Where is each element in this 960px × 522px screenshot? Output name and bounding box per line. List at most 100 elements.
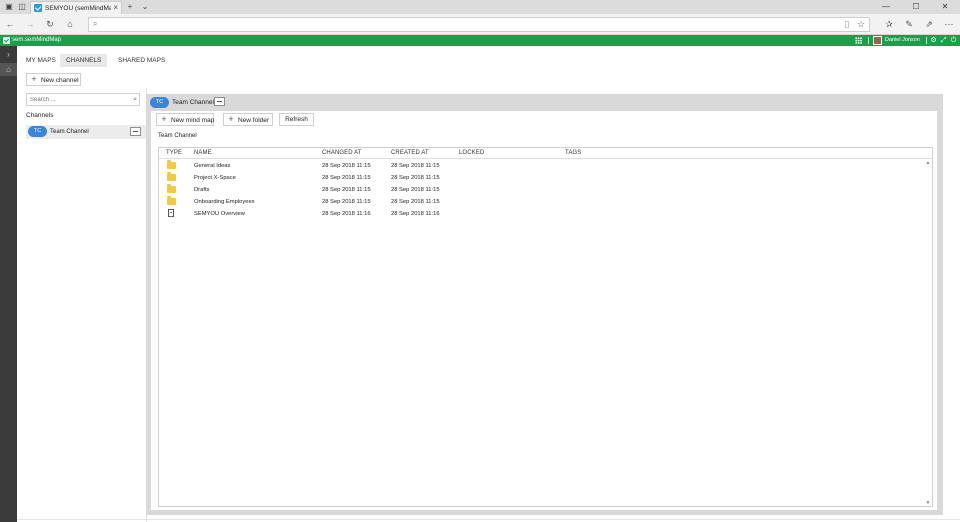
browser-nav-bar: ← → ↻ ⌂ ⌕ ▯ ☆ ✰ ✎ ⇗ ⋯ [0, 14, 960, 35]
table-row[interactable]: Project X-Space 28 Sep 2018 11:15 28 Sep… [159, 172, 919, 184]
column-header-changed-at[interactable]: CHANGED AT [322, 149, 362, 158]
new-channel-label: New channel [41, 77, 79, 84]
search-input[interactable] [30, 95, 126, 105]
row-name: Onboarding Employees [194, 199, 255, 205]
new-mind-map-label: New mind map [171, 117, 215, 124]
new-folder-button[interactable]: + New folder [223, 113, 273, 126]
folder-icon [167, 172, 176, 181]
apps-grid-icon[interactable] [855, 37, 862, 44]
site-favicon-icon [34, 4, 42, 12]
new-tab-icon[interactable]: + [125, 2, 135, 12]
document-icon [168, 209, 174, 217]
channel-initials-badge: TC [28, 126, 47, 137]
row-changed-at: 28 Sep 2018 11:15 [322, 175, 371, 181]
tab-channels[interactable]: CHANNELS [60, 54, 108, 67]
plus-icon: + [31, 74, 37, 84]
share-icon[interactable]: ⇗ [922, 18, 936, 31]
column-header-locked[interactable]: LOCKED [459, 149, 484, 158]
address-bar[interactable]: ⌕ [88, 17, 870, 32]
table-row[interactable]: SEMYOU Overview 28 Sep 2018 11:16 28 Sep… [159, 208, 919, 220]
search-icon[interactable]: ⌕ [133, 94, 137, 105]
items-table: TYPE NAME CHANGED AT CREATED AT LOCKED T… [158, 147, 933, 507]
scroll-down-icon[interactable]: ▼ [925, 500, 931, 506]
row-created-at: 28 Sep 2018 11:15 [391, 199, 440, 205]
row-changed-at: 28 Sep 2018 11:15 [322, 163, 371, 169]
channel-menu-button[interactable] [130, 127, 141, 136]
new-channel-button[interactable]: + New channel [26, 73, 81, 86]
pen-icon[interactable]: ✎ [902, 18, 916, 31]
refresh-button[interactable]: Refresh [279, 113, 314, 126]
sidebar-item-team-channel[interactable]: TC Team Channel [26, 125, 146, 139]
tab-list-icon[interactable]: ⌄ [140, 2, 150, 12]
row-name: Project X-Space [194, 175, 236, 181]
power-icon[interactable]: ⏻ [949, 35, 958, 46]
address-search-icon: ⌕ [93, 19, 98, 28]
user-name[interactable]: Daniel Jonson [885, 36, 920, 45]
app-name: sem.semMindMap [12, 37, 62, 43]
row-changed-at: 28 Sep 2018 11:16 [322, 211, 371, 217]
refresh-icon[interactable]: ↻ [43, 18, 57, 31]
scroll-up-icon[interactable]: ▲ [925, 160, 931, 166]
divider [17, 519, 960, 520]
channels-heading: Channels [26, 112, 54, 119]
tab-shared-maps[interactable]: SHARED MAPS [112, 54, 171, 67]
more-icon[interactable]: ⋯ [942, 18, 956, 31]
reading-view-icon[interactable]: ▯ [840, 18, 854, 31]
row-created-at: 28 Sep 2018 11:15 [391, 187, 440, 193]
channel-panel: TC Team Channel + New mind map + New folde… [146, 94, 943, 515]
gear-icon[interactable]: ⚙ [929, 35, 938, 46]
channel-initials-badge: TC [150, 97, 169, 108]
search-box[interactable]: ⌕ [26, 93, 140, 106]
close-window-button[interactable]: ✕ [930, 1, 960, 13]
star-icon[interactable]: ☆ [854, 18, 868, 31]
row-name: Drafts [194, 187, 210, 193]
avatar[interactable] [873, 36, 882, 45]
column-header-tags[interactable]: TAGS [565, 149, 581, 158]
close-tab-icon[interactable]: × [113, 3, 118, 13]
row-name: General Ideas [194, 163, 231, 169]
tab-actions-icon[interactable]: ▣ [4, 2, 14, 12]
browser-tab-strip: ▣ ◫ SEMYOU (semMindMap) × + ⌄ — ☐ ✕ [0, 0, 960, 14]
divider [868, 37, 869, 44]
row-changed-at: 28 Sep 2018 11:15 [322, 199, 371, 205]
browser-tab[interactable]: SEMYOU (semMindMap) × [30, 1, 122, 14]
breadcrumb: Team Channel [158, 133, 197, 139]
row-created-at: 28 Sep 2018 11:15 [391, 175, 440, 181]
minimize-window-button[interactable]: — [871, 1, 901, 13]
left-rail: › ⌂ [0, 46, 17, 522]
expand-chevron-icon[interactable]: › [0, 48, 17, 61]
channel-title: Team Channel [172, 99, 214, 106]
table-row[interactable]: Drafts 28 Sep 2018 11:15 28 Sep 2018 11:… [159, 184, 919, 196]
table-row[interactable]: General Ideas 28 Sep 2018 11:15 28 Sep 2… [159, 160, 919, 172]
app-bar: sem.semMindMap Daniel Jonson ⚙ ⤢ ⏻ [0, 35, 960, 46]
home-icon[interactable]: ⌂ [63, 18, 77, 31]
tab-my-maps[interactable]: MY MAPS [20, 54, 62, 67]
channel-menu-button[interactable] [214, 97, 225, 106]
row-changed-at: 28 Sep 2018 11:15 [322, 187, 371, 193]
set-tabs-aside-icon[interactable]: ◫ [17, 2, 27, 12]
new-folder-label: New folder [238, 117, 270, 124]
home-icon[interactable]: ⌂ [0, 63, 17, 76]
browser-tab-title: SEMYOU (semMindMap) [45, 5, 111, 12]
column-header-type[interactable]: TYPE [166, 149, 182, 158]
maximize-window-button[interactable]: ☐ [901, 1, 931, 13]
table-scrollbar[interactable]: ▲ ▼ [925, 160, 931, 506]
folder-icon [167, 160, 176, 169]
forward-icon[interactable]: → [23, 18, 37, 31]
new-mind-map-button[interactable]: + New mind map [156, 113, 214, 126]
column-header-created-at[interactable]: CREATED AT [391, 149, 429, 158]
back-icon[interactable]: ← [3, 18, 17, 31]
folder-icon [167, 184, 176, 193]
folder-icon [167, 196, 176, 205]
channel-content: + New mind map + New folder Refresh Team C… [151, 111, 937, 510]
plus-icon: + [161, 114, 167, 124]
favorites-icon[interactable]: ✰ [882, 18, 896, 31]
table-row[interactable]: Onboarding Employees 28 Sep 2018 11:15 2… [159, 196, 919, 208]
divider [926, 37, 927, 44]
plus-icon: + [228, 114, 234, 124]
row-name: SEMYOU Overview [194, 211, 245, 217]
row-created-at: 28 Sep 2018 11:15 [391, 163, 440, 169]
column-header-name[interactable]: NAME [194, 149, 212, 158]
fullscreen-icon[interactable]: ⤢ [939, 35, 948, 46]
table-header: TYPE NAME CHANGED AT CREATED AT LOCKED T… [159, 148, 932, 159]
